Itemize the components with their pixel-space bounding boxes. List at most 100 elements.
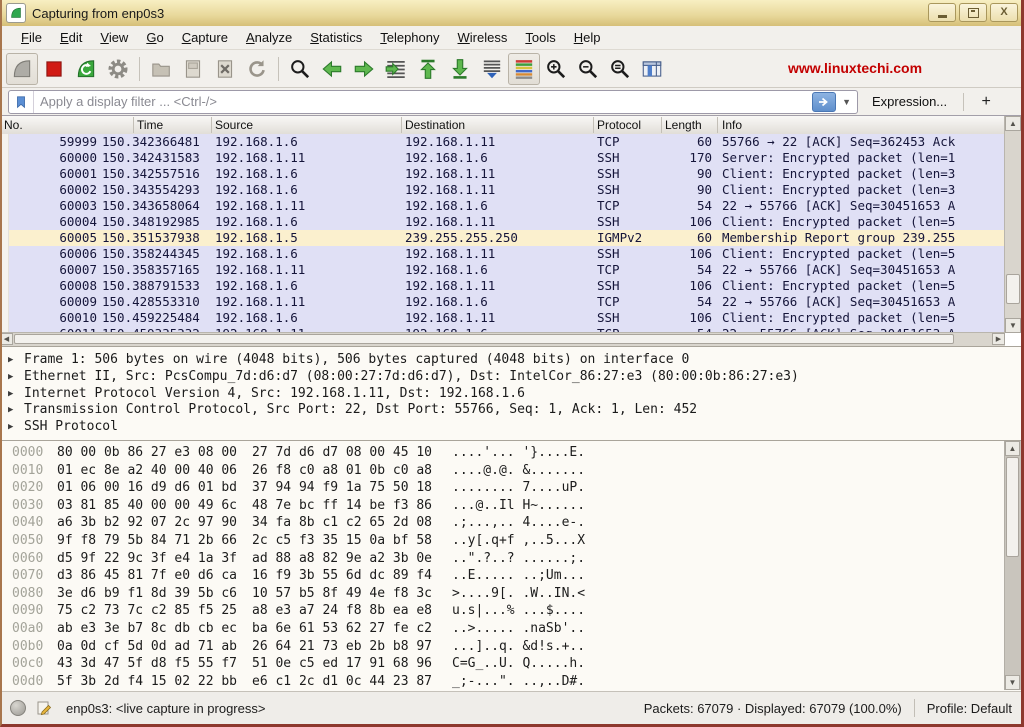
hex-row-0000[interactable]: 000080 00 0b 86 27 e3 08 0027 7d d6 d7 0… xyxy=(0,445,1024,463)
zoom-original-button[interactable] xyxy=(604,53,636,85)
bytes-scroll-down-icon[interactable]: ▼ xyxy=(1005,675,1020,690)
packet-row-60005[interactable]: 60005150.351537938192.168.1.5239.255.255… xyxy=(0,230,1005,246)
go-first-packet-button[interactable] xyxy=(412,53,444,85)
bytes-vscrollbar[interactable]: ▲ ▼ xyxy=(1004,441,1021,690)
menu-statistics[interactable]: Statistics xyxy=(301,27,371,48)
expand-arrow-icon[interactable]: ▶ xyxy=(8,389,13,399)
column-divider[interactable] xyxy=(133,117,134,133)
packet-list-vscrollbar[interactable]: ▲ ▼ xyxy=(1004,116,1022,333)
hex-row-00b0[interactable]: 00b00a 0d cf 5d 0d ad 71 ab26 64 21 73 e… xyxy=(0,639,1024,657)
column-header-protocol[interactable]: Protocol xyxy=(597,118,641,132)
menu-view[interactable]: View xyxy=(91,27,137,48)
column-header-no[interactable]: No. xyxy=(4,118,23,132)
hex-row-00d0[interactable]: 00d05f 3b 2d f4 15 02 22 bbe6 c1 2c d1 0… xyxy=(0,674,1024,692)
column-divider[interactable] xyxy=(401,117,402,133)
expand-arrow-icon[interactable]: ▶ xyxy=(8,372,13,382)
close-button[interactable]: X xyxy=(990,3,1018,22)
capture-options-button[interactable] xyxy=(102,53,134,85)
hex-row-00c0[interactable]: 00c043 3d 47 5f d8 f5 55 f751 0e c5 ed 1… xyxy=(0,656,1024,674)
column-divider[interactable] xyxy=(717,117,718,133)
expand-arrow-icon[interactable]: ▶ xyxy=(8,355,13,365)
column-header-destination[interactable]: Destination xyxy=(405,118,465,132)
detail-line-2[interactable]: ▶Internet Protocol Version 4, Src: 192.1… xyxy=(0,386,1024,403)
column-header-info[interactable]: Info xyxy=(722,118,742,132)
detail-line-0[interactable]: ▶Frame 1: 506 bytes on wire (4048 bits),… xyxy=(0,352,1024,369)
filter-bookmark-icon[interactable] xyxy=(9,91,34,113)
menu-capture[interactable]: Capture xyxy=(173,27,237,48)
scroll-left-icon[interactable]: ◀ xyxy=(0,333,13,345)
resize-columns-button[interactable] xyxy=(636,53,668,85)
add-filter-button[interactable]: + xyxy=(976,93,996,111)
restart-capture-button[interactable] xyxy=(70,53,102,85)
packet-list-header[interactable]: No. Time Source Destination Protocol Length In… xyxy=(0,116,1005,135)
detail-line-3[interactable]: ▶Transmission Control Protocol, Src Port… xyxy=(0,402,1024,419)
column-divider[interactable] xyxy=(661,117,662,133)
hex-row-0070[interactable]: 0070d3 86 45 81 7f e0 d6 ca16 f9 3b 55 6… xyxy=(0,568,1024,586)
expert-info-icon[interactable] xyxy=(10,700,26,716)
packet-row-60003[interactable]: 60003150.343658064192.168.1.11192.168.1.… xyxy=(0,198,1005,214)
packet-row-60007[interactable]: 60007150.358357165192.168.1.11192.168.1.… xyxy=(0,262,1005,278)
menu-go[interactable]: Go xyxy=(137,27,172,48)
zoom-out-button[interactable] xyxy=(572,53,604,85)
packet-row-59999[interactable]: 59999150.342366481192.168.1.6192.168.1.1… xyxy=(0,134,1005,150)
column-divider[interactable] xyxy=(593,117,594,133)
filter-history-chevron-down-icon[interactable]: ▼ xyxy=(838,97,857,107)
auto-scroll-button[interactable] xyxy=(476,53,508,85)
display-filter-input[interactable] xyxy=(34,94,812,109)
expand-arrow-icon[interactable]: ▶ xyxy=(8,422,13,432)
packet-row-60000[interactable]: 60000150.342431583192.168.1.11192.168.1.… xyxy=(0,150,1005,166)
column-header-time[interactable]: Time xyxy=(137,118,163,132)
column-divider[interactable] xyxy=(211,117,212,133)
packet-row-60006[interactable]: 60006150.358244345192.168.1.6192.168.1.1… xyxy=(0,246,1005,262)
display-filter-field[interactable]: ▼ xyxy=(8,90,858,114)
minimize-button[interactable] xyxy=(928,3,956,22)
maximize-button[interactable] xyxy=(959,3,987,22)
column-header-source[interactable]: Source xyxy=(215,118,253,132)
packet-list-hscrollbar[interactable]: ◀ ▶ xyxy=(0,332,1005,346)
zoom-in-button[interactable] xyxy=(540,53,572,85)
stop-capture-button[interactable] xyxy=(38,53,70,85)
column-header-length[interactable]: Length xyxy=(665,118,702,132)
scroll-right-icon[interactable]: ▶ xyxy=(992,333,1005,345)
scroll-up-icon[interactable]: ▲ xyxy=(1005,116,1021,131)
packet-row-60009[interactable]: 60009150.428553310192.168.1.11192.168.1.… xyxy=(0,294,1005,310)
find-packet-button[interactable] xyxy=(284,53,316,85)
bytes-vscroll-thumb[interactable] xyxy=(1006,457,1019,557)
hex-row-0010[interactable]: 001001 ec 8e a2 40 00 40 0626 f8 c0 a8 0… xyxy=(0,463,1024,481)
hex-row-0080[interactable]: 00803e d6 b9 f1 8d 39 5b c610 57 b5 8f 4… xyxy=(0,586,1024,604)
go-to-packet-button[interactable] xyxy=(380,53,412,85)
packet-row-60010[interactable]: 60010150.459225484192.168.1.6192.168.1.1… xyxy=(0,310,1005,326)
detail-line-1[interactable]: ▶Ethernet II, Src: PcsCompu_7d:d6:d7 (08… xyxy=(0,369,1024,386)
menu-tools[interactable]: Tools xyxy=(516,27,564,48)
capture-comment-icon[interactable] xyxy=(36,700,52,716)
hex-row-0060[interactable]: 0060d5 9f 22 9c 3f e4 1a 3fad 88 a8 82 9… xyxy=(0,551,1024,569)
hex-row-0050[interactable]: 00509f f8 79 5b 84 71 2b 662c c5 f3 35 1… xyxy=(0,533,1024,551)
menu-edit[interactable]: Edit xyxy=(51,27,91,48)
profile-text[interactable]: Profile: Default xyxy=(927,701,1012,716)
apply-filter-button[interactable] xyxy=(812,92,836,112)
hex-row-0090[interactable]: 009075 c2 73 7c c2 85 f5 25a8 e3 a7 24 f… xyxy=(0,603,1024,621)
expand-arrow-icon[interactable]: ▶ xyxy=(8,405,13,415)
scroll-down-icon[interactable]: ▼ xyxy=(1005,318,1021,333)
hscroll-thumb[interactable] xyxy=(14,334,954,344)
menu-file[interactable]: File xyxy=(12,27,51,48)
packet-row-60001[interactable]: 60001150.342557516192.168.1.6192.168.1.1… xyxy=(0,166,1005,182)
hex-row-0030[interactable]: 003003 81 85 40 00 00 49 6c48 7e bc ff 1… xyxy=(0,498,1024,516)
title-bar[interactable]: Capturing from enp0s3 X xyxy=(0,0,1024,27)
colorize-packets-button[interactable] xyxy=(508,53,540,85)
menu-telephony[interactable]: Telephony xyxy=(371,27,448,48)
hex-row-00a0[interactable]: 00a0ab e3 3e b7 8c db cb ecba 6e 61 53 6… xyxy=(0,621,1024,639)
menu-help[interactable]: Help xyxy=(565,27,610,48)
menu-wireless[interactable]: Wireless xyxy=(449,27,517,48)
hex-row-0040[interactable]: 0040a6 3b b2 92 07 2c 97 9034 fa 8b c1 c… xyxy=(0,515,1024,533)
menu-analyze[interactable]: Analyze xyxy=(237,27,301,48)
vscroll-thumb[interactable] xyxy=(1006,274,1020,304)
go-back-button[interactable] xyxy=(316,53,348,85)
go-last-packet-button[interactable] xyxy=(444,53,476,85)
packet-row-60008[interactable]: 60008150.388791533192.168.1.6192.168.1.1… xyxy=(0,278,1005,294)
packet-row-60002[interactable]: 60002150.343554293192.168.1.6192.168.1.1… xyxy=(0,182,1005,198)
go-forward-button[interactable] xyxy=(348,53,380,85)
detail-line-4[interactable]: ▶SSH Protocol xyxy=(0,419,1024,436)
hex-row-0020[interactable]: 002001 06 00 16 d9 d6 01 bd37 94 94 f9 1… xyxy=(0,480,1024,498)
expression-button[interactable]: Expression... xyxy=(872,94,947,109)
